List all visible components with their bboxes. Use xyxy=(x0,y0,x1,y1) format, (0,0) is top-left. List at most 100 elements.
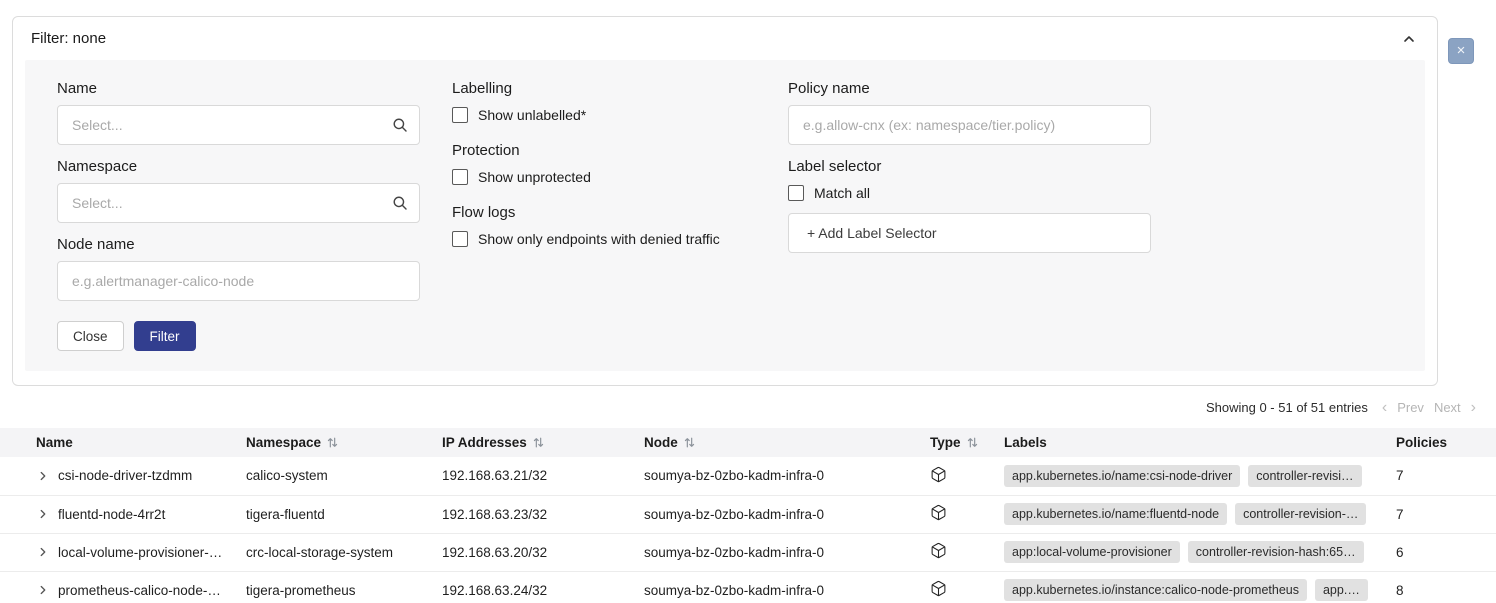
filter-button[interactable]: Filter xyxy=(134,321,196,351)
prev-chevron-icon[interactable]: ‹ xyxy=(1382,401,1387,414)
protection-heading: Protection xyxy=(452,142,752,159)
flow-logs-group: Flow logs Show only endpoints with denie… xyxy=(452,204,752,247)
name-field-label: Name xyxy=(57,80,420,97)
label-selector-heading: Label selector xyxy=(788,158,1151,175)
namespace-field xyxy=(57,183,420,223)
filter-column-left: Name Namespace Node name Close Filter xyxy=(57,80,420,351)
cell-namespace: tigera-prometheus xyxy=(246,571,442,603)
filter-column-right: Policy name Label selector Match all + A… xyxy=(788,80,1151,253)
label-chip: app:local-volume-provisioner xyxy=(1004,541,1180,563)
denied-traffic-checkbox[interactable] xyxy=(452,231,468,247)
labelling-heading: Labelling xyxy=(452,80,752,97)
cell-labels: app:local-volume-provisioner controller-r… xyxy=(1004,533,1396,571)
label-chip: controller-revision-hash:65… xyxy=(1188,541,1364,563)
filter-panel-header: Filter: none xyxy=(13,17,1437,58)
label-chip: controller-revisi… xyxy=(1248,465,1361,487)
name-select-input[interactable] xyxy=(57,105,420,145)
labelling-group: Labelling Show unlabelled* xyxy=(452,80,752,123)
cell-policies: 6 xyxy=(1396,533,1496,571)
label-chip: app.… xyxy=(1315,579,1368,601)
endpoint-name: prometheus-calico-node-… xyxy=(58,583,221,598)
node-name-field xyxy=(57,261,420,301)
denied-traffic-row: Show only endpoints with denied traffic xyxy=(452,231,752,247)
search-icon xyxy=(391,116,409,134)
sort-icon[interactable] xyxy=(532,436,545,449)
namespace-field-label: Namespace xyxy=(57,158,420,175)
endpoint-name: csi-node-driver-tzdmm xyxy=(58,468,192,483)
cell-ip-addresses: 192.168.63.24/32 xyxy=(442,571,644,603)
filter-panel: Filter: none Name Namespace Node name Cl… xyxy=(12,16,1438,386)
next-chevron-icon[interactable]: › xyxy=(1471,401,1476,414)
denied-traffic-label: Show only endpoints with denied traffic xyxy=(478,231,720,247)
show-unprotected-label: Show unprotected xyxy=(478,169,591,185)
show-unlabelled-label: Show unlabelled* xyxy=(478,107,586,123)
sort-icon[interactable] xyxy=(683,436,696,449)
policy-name-input[interactable] xyxy=(788,105,1151,145)
cell-ip-addresses: 192.168.63.23/32 xyxy=(442,495,644,533)
column-header-ip-addresses[interactable]: IP Addresses xyxy=(442,428,644,457)
cell-namespace: tigera-fluentd xyxy=(246,495,442,533)
cell-node: soumya-bz-0zbo-kadm-infra-0 xyxy=(644,533,930,571)
collapse-panel-button[interactable] xyxy=(1401,31,1417,47)
row-expand-chevron-icon[interactable] xyxy=(36,545,50,559)
cell-policies: 8 xyxy=(1396,571,1496,603)
workload-endpoint-icon xyxy=(930,504,947,521)
chevron-up-icon xyxy=(1401,31,1417,47)
add-label-selector-button[interactable]: + Add Label Selector xyxy=(788,213,1151,253)
policy-name-field-label: Policy name xyxy=(788,80,1151,97)
close-icon: × xyxy=(1457,42,1466,59)
cell-labels: app.kubernetes.io/instance:calico-node-p… xyxy=(1004,571,1396,603)
table-row[interactable]: prometheus-calico-node-… tigera-promethe… xyxy=(0,571,1496,603)
cell-labels: app.kubernetes.io/name:csi-node-driver co… xyxy=(1004,457,1396,495)
workload-endpoint-icon xyxy=(930,466,947,483)
pagination-summary: Showing 0 - 51 of 51 entries xyxy=(1206,400,1368,415)
cell-policies: 7 xyxy=(1396,457,1496,495)
match-all-checkbox[interactable] xyxy=(788,185,804,201)
cell-ip-addresses: 192.168.63.21/32 xyxy=(442,457,644,495)
show-unlabelled-row: Show unlabelled* xyxy=(452,107,752,123)
column-header-labels: Labels xyxy=(1004,428,1396,457)
column-header-type[interactable]: Type xyxy=(930,428,1004,457)
match-all-row: Match all xyxy=(788,185,1151,201)
endpoints-table: Name Namespace IP Addresses Node Type xyxy=(0,428,1496,603)
workload-endpoint-icon xyxy=(930,542,947,559)
column-header-policies: Policies xyxy=(1396,428,1496,457)
filter-column-middle: Labelling Show unlabelled* Protection Sh… xyxy=(452,80,752,266)
protection-group: Protection Show unprotected xyxy=(452,142,752,185)
label-chip: app.kubernetes.io/instance:calico-node-p… xyxy=(1004,579,1307,601)
endpoint-name: fluentd-node-4rr2t xyxy=(58,507,165,522)
row-expand-chevron-icon[interactable] xyxy=(36,507,50,521)
cell-namespace: calico-system xyxy=(246,457,442,495)
node-name-input[interactable] xyxy=(57,261,420,301)
column-header-node[interactable]: Node xyxy=(644,428,930,457)
cell-ip-addresses: 192.168.63.20/32 xyxy=(442,533,644,571)
flow-logs-heading: Flow logs xyxy=(452,204,752,221)
endpoint-name: local-volume-provisioner-… xyxy=(58,545,222,560)
sort-icon[interactable] xyxy=(326,436,339,449)
show-unprotected-checkbox[interactable] xyxy=(452,169,468,185)
table-row[interactable]: fluentd-node-4rr2t tigera-fluentd 192.16… xyxy=(0,495,1496,533)
cell-labels: app.kubernetes.io/name:fluentd-nodecontr… xyxy=(1004,495,1396,533)
namespace-select-input[interactable] xyxy=(57,183,420,223)
close-button[interactable]: Close xyxy=(57,321,124,351)
workload-endpoint-icon xyxy=(930,580,947,597)
show-unlabelled-checkbox[interactable] xyxy=(452,107,468,123)
table-row[interactable]: local-volume-provisioner-… crc-local-sto… xyxy=(0,533,1496,571)
column-header-name: Name xyxy=(0,428,246,457)
column-header-namespace[interactable]: Namespace xyxy=(246,428,442,457)
sort-icon[interactable] xyxy=(966,436,979,449)
cell-node: soumya-bz-0zbo-kadm-infra-0 xyxy=(644,495,930,533)
search-icon xyxy=(391,194,409,212)
table-row[interactable]: csi-node-driver-tzdmm calico-system 192.… xyxy=(0,457,1496,495)
filter-actions: Close Filter xyxy=(57,321,420,351)
pagination-bar: Showing 0 - 51 of 51 entries ‹ Prev Next… xyxy=(0,386,1496,428)
label-chip: app.kubernetes.io/name:csi-node-driver xyxy=(1004,465,1240,487)
close-overlay-button[interactable]: × xyxy=(1448,38,1474,64)
filter-panel-body: Name Namespace Node name Close Filter xyxy=(25,60,1425,371)
row-expand-chevron-icon[interactable] xyxy=(36,469,50,483)
next-button[interactable]: Next xyxy=(1434,400,1461,415)
label-chip: controller-revision-… xyxy=(1235,503,1366,525)
row-expand-chevron-icon[interactable] xyxy=(36,583,50,597)
prev-button[interactable]: Prev xyxy=(1397,400,1424,415)
show-unprotected-row: Show unprotected xyxy=(452,169,752,185)
